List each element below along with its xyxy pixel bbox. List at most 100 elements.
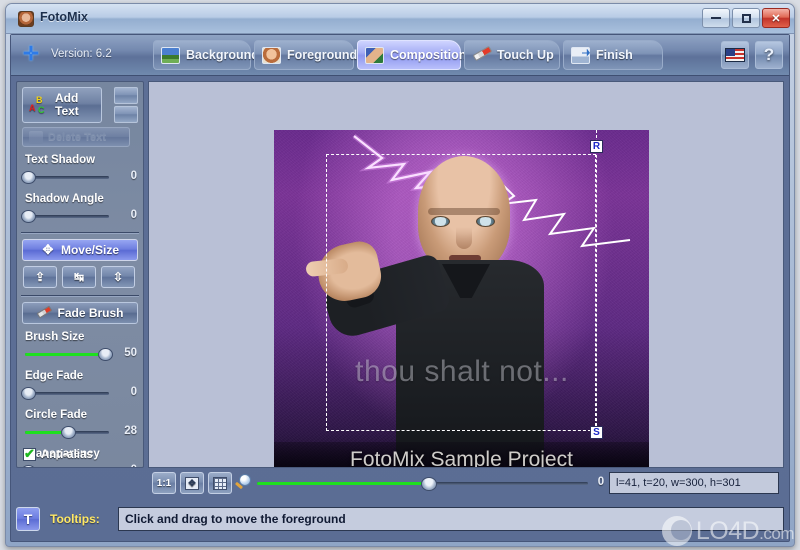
slider-knob[interactable] <box>21 171 36 184</box>
composite-image[interactable]: thou shalt not... FotoMix Sample Project… <box>274 130 649 468</box>
image-caption: FotoMix Sample Project <box>350 448 573 468</box>
slider-knob[interactable] <box>98 348 113 361</box>
zoom-value: 0 <box>597 476 605 488</box>
circle-fade-value: 28 <box>124 425 137 437</box>
slider-knob[interactable] <box>21 465 36 467</box>
slider-fill <box>25 353 105 356</box>
text-shadow-label: Text Shadow <box>25 154 96 166</box>
brush-size-slider[interactable]: 50 <box>23 345 139 363</box>
circle-fade-slider[interactable]: 28 <box>23 423 139 441</box>
brush-size-label: Brush Size <box>25 331 85 343</box>
tab-touch-up[interactable]: Touch Up <box>464 40 560 70</box>
tooltip-text: Click and drag to move the foreground <box>118 507 784 531</box>
move-arrows-icon: ✥ <box>42 242 54 257</box>
grid-icon <box>213 476 227 490</box>
move-size-label: Move/Size <box>60 243 120 257</box>
flip-vertical-button[interactable]: ⇳ <box>101 266 135 288</box>
tab-label: Foreground <box>287 48 358 62</box>
grid-toggle-button[interactable] <box>208 472 232 494</box>
composition-icon <box>365 46 384 64</box>
transparency-slider[interactable]: 0 <box>21 462 139 467</box>
slider-track <box>25 215 109 218</box>
close-button[interactable]: ✕ <box>762 8 790 28</box>
slider-knob[interactable] <box>21 387 36 400</box>
letter-c: C <box>38 105 45 115</box>
text-shadow-slider[interactable]: 0 <box>21 168 139 186</box>
slider-track <box>25 176 109 179</box>
tab-label: Finish <box>596 48 633 62</box>
language-button[interactable] <box>721 41 749 69</box>
anti-alias-label: Anti-alias <box>41 448 93 461</box>
maximize-icon <box>741 13 751 23</box>
delete-text-button[interactable]: Delete Text <box>22 127 130 147</box>
tooltip-label: Tooltips: <box>50 512 100 526</box>
add-text-button[interactable]: B A C Add Text <box>22 87 102 123</box>
tab-background[interactable]: Background <box>153 40 259 70</box>
zoom-slider-fill <box>257 482 430 485</box>
tooltip-bar: T Tooltips: Click and drag to move the f… <box>16 503 784 535</box>
fit-window-icon: ✥ <box>185 476 199 490</box>
export-icon <box>571 46 590 64</box>
resize-handle[interactable]: R <box>590 140 603 153</box>
magnifier-icon <box>234 474 253 492</box>
tab-label: Background <box>186 48 259 62</box>
tooltip-icon[interactable]: T <box>16 507 40 531</box>
abc-letters-icon: B A C <box>29 94 49 116</box>
selection-box[interactable] <box>326 154 596 431</box>
fade-brush-label: Fade Brush <box>57 306 124 320</box>
version-label: Version: 6.2 <box>51 48 112 60</box>
text-options-stack <box>114 87 138 125</box>
letter-a: A <box>29 103 36 113</box>
anti-alias-checkbox[interactable] <box>23 446 36 462</box>
transform-button-row: ⇪ ↹ ⇳ <box>23 266 138 288</box>
zoom-slider-knob[interactable] <box>421 477 438 491</box>
add-text-label: Add Text <box>55 91 79 118</box>
maximize-button[interactable] <box>732 8 760 28</box>
fit-window-button[interactable]: ✥ <box>180 472 204 494</box>
skew-handle[interactable]: S <box>590 426 603 439</box>
shadow-angle-slider[interactable]: 0 <box>21 207 139 225</box>
help-button[interactable]: ? <box>755 41 783 69</box>
composition-canvas[interactable]: thou shalt not... FotoMix Sample Project… <box>148 81 784 468</box>
tab-label: Composition <box>390 48 467 62</box>
flip-horizontal-button[interactable]: ↹ <box>62 266 96 288</box>
tools-panel: B A C Add Text Delete Text Text Shadow 0… <box>16 81 144 468</box>
brush-icon <box>472 47 491 64</box>
edge-fade-slider[interactable]: 0 <box>21 384 139 402</box>
brush-icon <box>36 306 51 320</box>
panel-divider <box>21 232 139 234</box>
fotomix-logo-icon: ✛ <box>23 44 39 65</box>
slider-knob[interactable] <box>21 210 36 223</box>
tab-finish[interactable]: Finish <box>563 40 663 70</box>
edge-fade-value: 0 <box>130 386 137 398</box>
selection-guide-line <box>596 130 597 431</box>
brush-size-value: 50 <box>124 347 137 359</box>
text-color-button[interactable] <box>114 106 138 123</box>
tab-composition[interactable]: Composition <box>357 40 466 70</box>
slider-track <box>25 392 109 395</box>
application-window: FotoMix ✕ ✛ Version: 6.2 Background Fore… <box>5 3 795 547</box>
zoom-1to1-button[interactable]: 1:1 <box>152 472 176 494</box>
main-toolbar: ✛ Version: 6.2 Background Foreground Com… <box>11 35 789 76</box>
minimize-button[interactable] <box>702 8 730 28</box>
edge-fade-label: Edge Fade <box>25 370 84 382</box>
text-font-button[interactable] <box>114 87 138 104</box>
text-shadow-value: 0 <box>130 170 137 182</box>
rotate-button[interactable]: ⇪ <box>23 266 57 288</box>
move-size-button[interactable]: ✥ Move/Size <box>22 239 138 261</box>
fade-brush-button[interactable]: Fade Brush <box>22 302 138 324</box>
slider-knob[interactable] <box>61 426 76 439</box>
us-flag-icon <box>725 48 745 62</box>
tab-foreground[interactable]: Foreground <box>254 40 358 70</box>
window-title: FotoMix <box>40 10 88 24</box>
zoom-bar: 1:1 ✥ 0 l=41, t=20, w=300, h=301 <box>16 471 784 497</box>
delete-icon <box>29 130 43 144</box>
close-icon: ✕ <box>771 12 781 25</box>
zoom-slider[interactable] <box>257 477 588 491</box>
landscape-icon <box>161 46 180 64</box>
question-mark-icon: ? <box>763 45 775 64</box>
transparency-value: 0 <box>117 464 137 467</box>
anti-alias-row[interactable]: Anti-alias <box>23 446 93 462</box>
fotomix-app-icon <box>18 11 34 27</box>
minimize-icon <box>711 17 721 19</box>
